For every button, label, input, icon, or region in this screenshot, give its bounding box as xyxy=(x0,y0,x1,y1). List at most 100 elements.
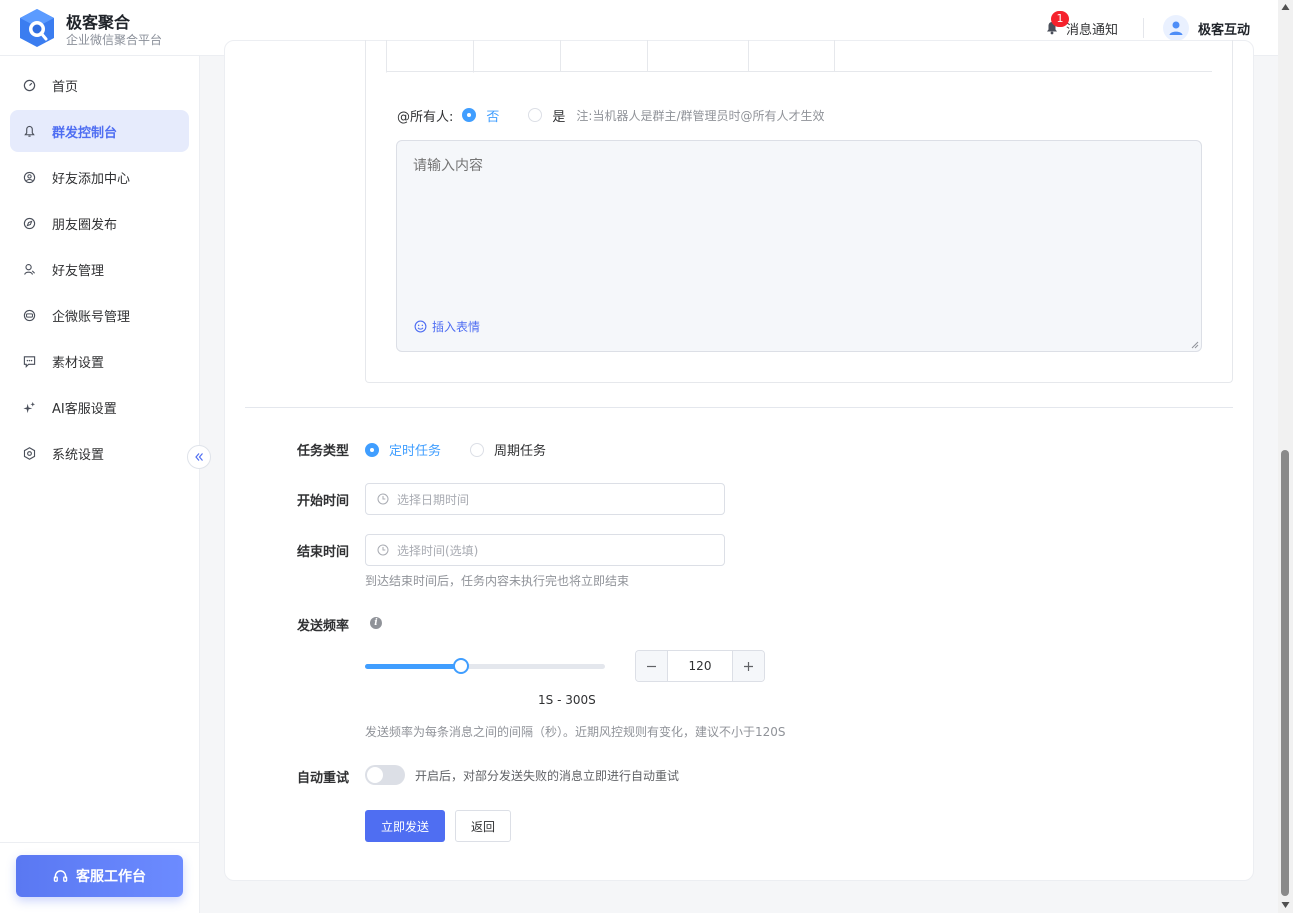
user-avatar-icon xyxy=(1169,21,1183,35)
sidebar-item-home[interactable]: 首页 xyxy=(10,64,189,106)
message-icon xyxy=(22,354,36,368)
sidebar-item-broadcast[interactable]: 群发控制台 xyxy=(10,110,189,152)
id-card-icon xyxy=(22,308,36,322)
frequency-range-text: 1S - 300S xyxy=(538,693,596,707)
auto-retry-switch[interactable] xyxy=(365,765,405,785)
page-scrollbar[interactable] xyxy=(1278,0,1293,913)
message-tab[interactable] xyxy=(561,40,648,72)
sidebar-item-label: 系统设置 xyxy=(52,447,105,463)
collapse-sidebar-button[interactable] xyxy=(187,445,211,469)
sidebar-item-label: AI客服设置 xyxy=(52,401,117,417)
message-tab[interactable] xyxy=(386,40,474,73)
at-all-note: 注:当机器人是群主/群管理员时@所有人才生效 xyxy=(576,108,825,123)
at-all-yes-radio[interactable] xyxy=(528,108,543,122)
message-tab[interactable] xyxy=(648,40,749,72)
start-time-placeholder: 选择日期时间 xyxy=(397,492,470,507)
user-menu[interactable]: 极客互动 xyxy=(1163,15,1250,41)
sparkle-icon xyxy=(22,400,36,414)
message-tab[interactable] xyxy=(749,40,835,72)
section-divider xyxy=(245,407,1233,408)
start-time-label: 开始时间 xyxy=(297,494,350,509)
slider-handle[interactable] xyxy=(452,658,469,674)
dashboard-icon xyxy=(22,78,36,92)
sidebar-item-label: 素材设置 xyxy=(52,355,105,371)
brand-logo xyxy=(20,9,54,47)
user-add-icon xyxy=(22,170,36,184)
message-type-tabs xyxy=(386,40,1212,73)
compass-icon xyxy=(22,216,36,230)
at-all-label: @所有人: xyxy=(397,109,454,125)
message-tab[interactable] xyxy=(474,40,561,72)
gear-icon xyxy=(22,446,36,460)
task-type-label: 任务类型 xyxy=(297,444,350,459)
insert-emoji-label: 插入表情 xyxy=(432,320,481,334)
send-frequency-label: 发送频率 xyxy=(297,619,350,634)
increase-button[interactable] xyxy=(732,651,764,681)
clock-icon xyxy=(377,544,389,556)
sidebar-item-label: 好友管理 xyxy=(52,263,105,279)
sidebar-item-friend-add[interactable]: 好友添加中心 xyxy=(10,156,189,198)
back-button[interactable]: 返回 xyxy=(455,810,511,842)
avatar xyxy=(1163,15,1189,41)
sidebar-item-account-manage[interactable]: 企微账号管理 xyxy=(10,294,189,336)
sidebar-item-moments[interactable]: 朋友圈发布 xyxy=(10,202,189,244)
send-now-button[interactable]: 立即发送 xyxy=(365,810,445,842)
insert-emoji-button[interactable]: 插入表情 xyxy=(414,318,480,335)
sidebar-item-label: 首页 xyxy=(52,79,79,95)
customer-service-label: 客服工作台 xyxy=(76,869,146,885)
sidebar-item-label: 朋友圈发布 xyxy=(52,217,118,233)
periodic-task-radio[interactable] xyxy=(470,442,485,457)
at-all-no-label[interactable]: 否 xyxy=(486,106,499,125)
at-all-no-radio[interactable] xyxy=(462,108,477,122)
at-all-yes-label[interactable]: 是 xyxy=(552,106,565,125)
end-time-picker[interactable]: 选择时间(选填) xyxy=(365,534,725,566)
scroll-up-arrow-icon[interactable] xyxy=(1281,3,1290,11)
notification-button[interactable]: 消息通知 1 xyxy=(1045,11,1119,38)
plus-icon xyxy=(744,661,753,671)
start-time-picker[interactable]: 选择日期时间 xyxy=(365,483,725,515)
auto-retry-label: 自动重试 xyxy=(297,771,350,786)
brand-title: 极客聚合 xyxy=(66,13,131,32)
frequency-slider[interactable] xyxy=(365,658,605,674)
header-divider xyxy=(1143,18,1144,38)
scheduled-task-label[interactable]: 定时任务 xyxy=(389,440,441,459)
sidebar-footer-divider xyxy=(0,842,200,843)
sidebar-item-label: 群发控制台 xyxy=(52,125,118,141)
sidebar: 首页 群发控制台 好友添加中心 朋友圈发布 好友管理 企微账号管理 素材设置 A… xyxy=(0,56,200,913)
end-time-hint: 到达结束时间后，任务内容未执行完也将立即结束 xyxy=(365,574,630,588)
bell-icon xyxy=(22,124,36,138)
double-chevron-left-icon xyxy=(195,453,203,461)
user-name: 极客互动 xyxy=(1198,22,1251,38)
frequency-hint: 发送频率为每条消息之间的间隔（秒）。近期风控规则有变化，建议不小于120S xyxy=(365,725,786,739)
resize-grip-icon[interactable] xyxy=(1190,340,1199,349)
clock-icon xyxy=(377,493,389,505)
frequency-stepper[interactable]: 120 xyxy=(635,650,765,682)
info-icon[interactable]: i xyxy=(370,617,382,629)
user-icon xyxy=(22,262,36,276)
message-content-input[interactable] xyxy=(396,140,1202,352)
task-type-radio-group: 定时任务 周期任务 xyxy=(365,440,546,459)
auto-retry-hint: 开启后，对部分发送失败的消息立即进行自动重试 xyxy=(415,769,680,783)
at-all-row: @所有人: 否 是 注:当机器人是群主/群管理员时@所有人才生效 xyxy=(397,105,825,125)
notification-badge: 1 xyxy=(1051,11,1069,27)
brand-subtitle: 企业微信聚合平台 xyxy=(66,33,163,47)
sidebar-item-system-settings[interactable]: 系统设置 xyxy=(10,432,189,474)
periodic-task-label[interactable]: 周期任务 xyxy=(494,440,546,459)
headset-icon xyxy=(53,869,68,882)
sidebar-item-material[interactable]: 素材设置 xyxy=(10,340,189,382)
scroll-down-arrow-icon[interactable] xyxy=(1281,901,1290,909)
scheduled-task-radio[interactable] xyxy=(365,442,379,457)
scrollbar-thumb[interactable] xyxy=(1281,450,1289,896)
sidebar-item-label: 好友添加中心 xyxy=(52,171,131,187)
notification-label: 消息通知 xyxy=(1066,22,1119,38)
sidebar-item-ai-service[interactable]: AI客服设置 xyxy=(10,386,189,428)
decrease-button[interactable] xyxy=(636,651,668,681)
end-time-label: 结束时间 xyxy=(297,545,350,560)
sidebar-item-friend-manage[interactable]: 好友管理 xyxy=(10,248,189,290)
smile-icon xyxy=(414,320,427,333)
minus-icon xyxy=(647,665,656,667)
customer-service-workbench-button[interactable]: 客服工作台 xyxy=(16,855,183,897)
frequency-value[interactable]: 120 xyxy=(668,651,732,681)
sidebar-item-label: 企微账号管理 xyxy=(52,309,131,325)
slider-fill xyxy=(365,664,461,669)
